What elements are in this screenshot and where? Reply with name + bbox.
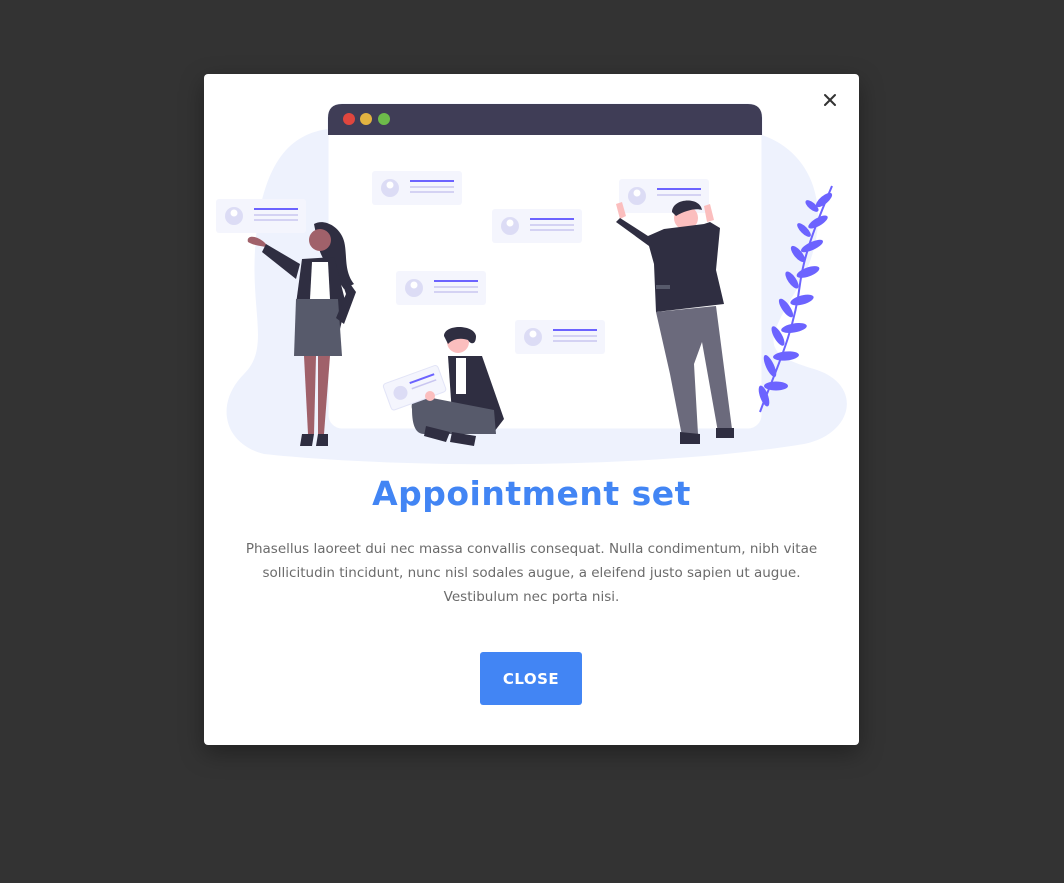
profile-card xyxy=(396,271,486,305)
profile-card xyxy=(216,199,306,233)
dialog-body-text: Phasellus laoreet dui nec massa convalli… xyxy=(245,541,818,605)
profile-card xyxy=(492,209,582,243)
appointment-dialog: Appointment set Phasellus laoreet dui ne… xyxy=(204,74,859,745)
team-collaboration-illustration xyxy=(216,103,847,465)
close-button[interactable]: CLOSE xyxy=(480,652,582,705)
browser-title-bar xyxy=(328,104,762,135)
window-dot-red xyxy=(343,113,355,125)
dialog-title: Appointment set xyxy=(372,474,691,513)
profile-card xyxy=(372,171,462,205)
window-dot-yellow xyxy=(360,113,372,125)
window-dot-green xyxy=(378,113,390,125)
profile-card xyxy=(515,320,605,354)
